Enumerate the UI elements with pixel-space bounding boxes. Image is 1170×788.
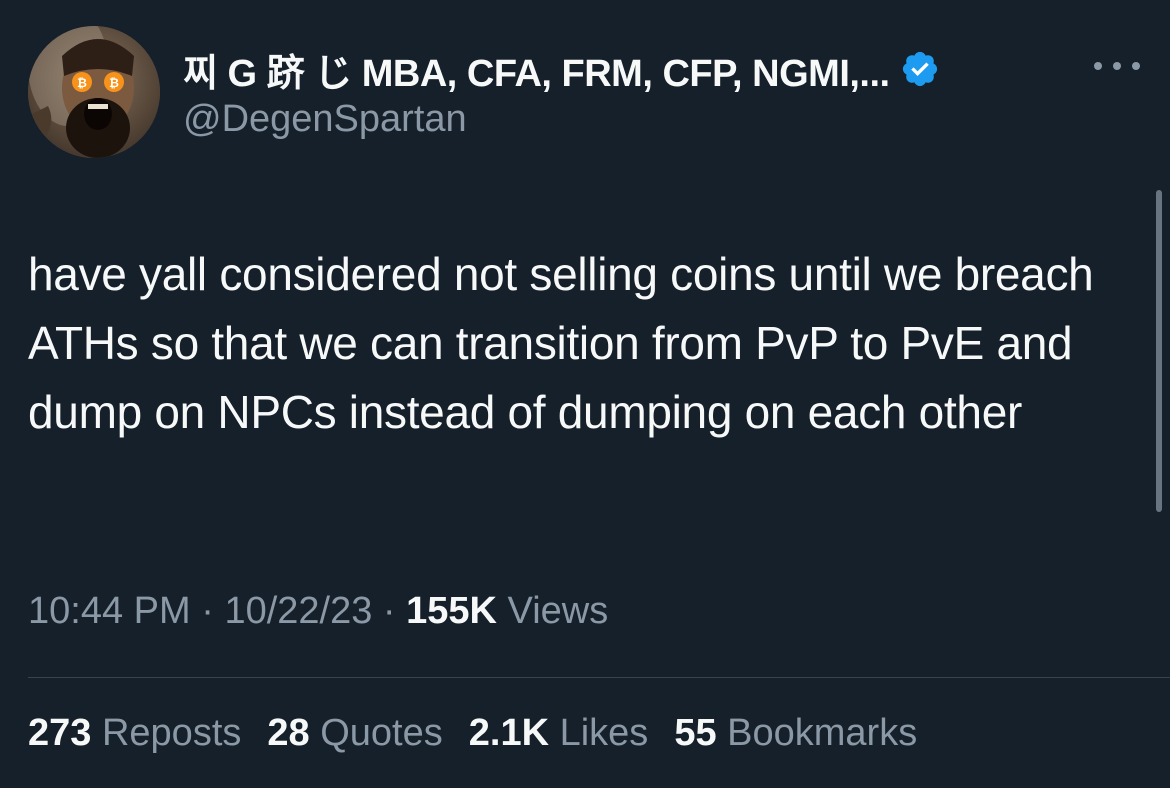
stat-quotes[interactable]: 28 Quotes: [267, 712, 442, 755]
divider: [28, 677, 1170, 678]
stat-label: Quotes: [320, 712, 443, 754]
spartan-avatar-icon: ₿ ₿: [28, 26, 160, 158]
stat-bookmarks[interactable]: 55 Bookmarks: [674, 712, 917, 755]
stat-label: Likes: [559, 712, 649, 754]
views-count[interactable]: 155K: [406, 590, 497, 632]
stat-label: Bookmarks: [727, 712, 918, 754]
verified-badge-icon: [902, 51, 937, 87]
views-label[interactable]: Views: [508, 590, 609, 632]
author-display-name[interactable]: 찌 G 跻 じ MBA, CFA, FRM, CFP, NGMI,...: [183, 42, 890, 97]
engagement-stats: 273 Reposts 28 Quotes 2.1K Likes 55 Book…: [28, 712, 943, 755]
tweet-text: have yall considered not selling coins u…: [28, 248, 1094, 438]
tweet-date[interactable]: 10/22/23: [224, 590, 372, 632]
author-name-row[interactable]: 찌 G 跻 じ MBA, CFA, FRM, CFP, NGMI,...: [183, 46, 940, 95]
stat-label: Reposts: [101, 712, 242, 754]
meta-separator: ·: [201, 590, 214, 632]
svg-text:₿: ₿: [77, 76, 87, 90]
author-handle[interactable]: @DegenSpartan: [183, 98, 467, 141]
avatar[interactable]: ₿ ₿: [28, 26, 160, 158]
more-options-button[interactable]: [1094, 48, 1140, 84]
stat-likes[interactable]: 2.1K Likes: [469, 712, 649, 755]
more-dot-icon: [1113, 62, 1121, 70]
stat-number: 273: [28, 712, 92, 754]
stat-reposts[interactable]: 273 Reposts: [28, 712, 241, 755]
tweet-container: ₿ ₿ 찌 G 跻 じ MBA, CFA, FRM, CFP, NGMI,...…: [0, 0, 1170, 788]
more-dot-icon: [1132, 62, 1140, 70]
stat-number: 2.1K: [468, 712, 550, 754]
stat-number: 28: [267, 712, 310, 754]
meta-separator: ·: [382, 590, 396, 632]
tweet-time[interactable]: 10:44 PM: [28, 590, 191, 632]
stat-number: 55: [674, 712, 717, 754]
tweet-meta: 10:44 PM · 10/22/23 · 155K Views: [28, 590, 608, 633]
more-dot-icon: [1094, 62, 1102, 70]
scrollbar[interactable]: [1156, 190, 1162, 512]
svg-text:₿: ₿: [109, 76, 119, 90]
